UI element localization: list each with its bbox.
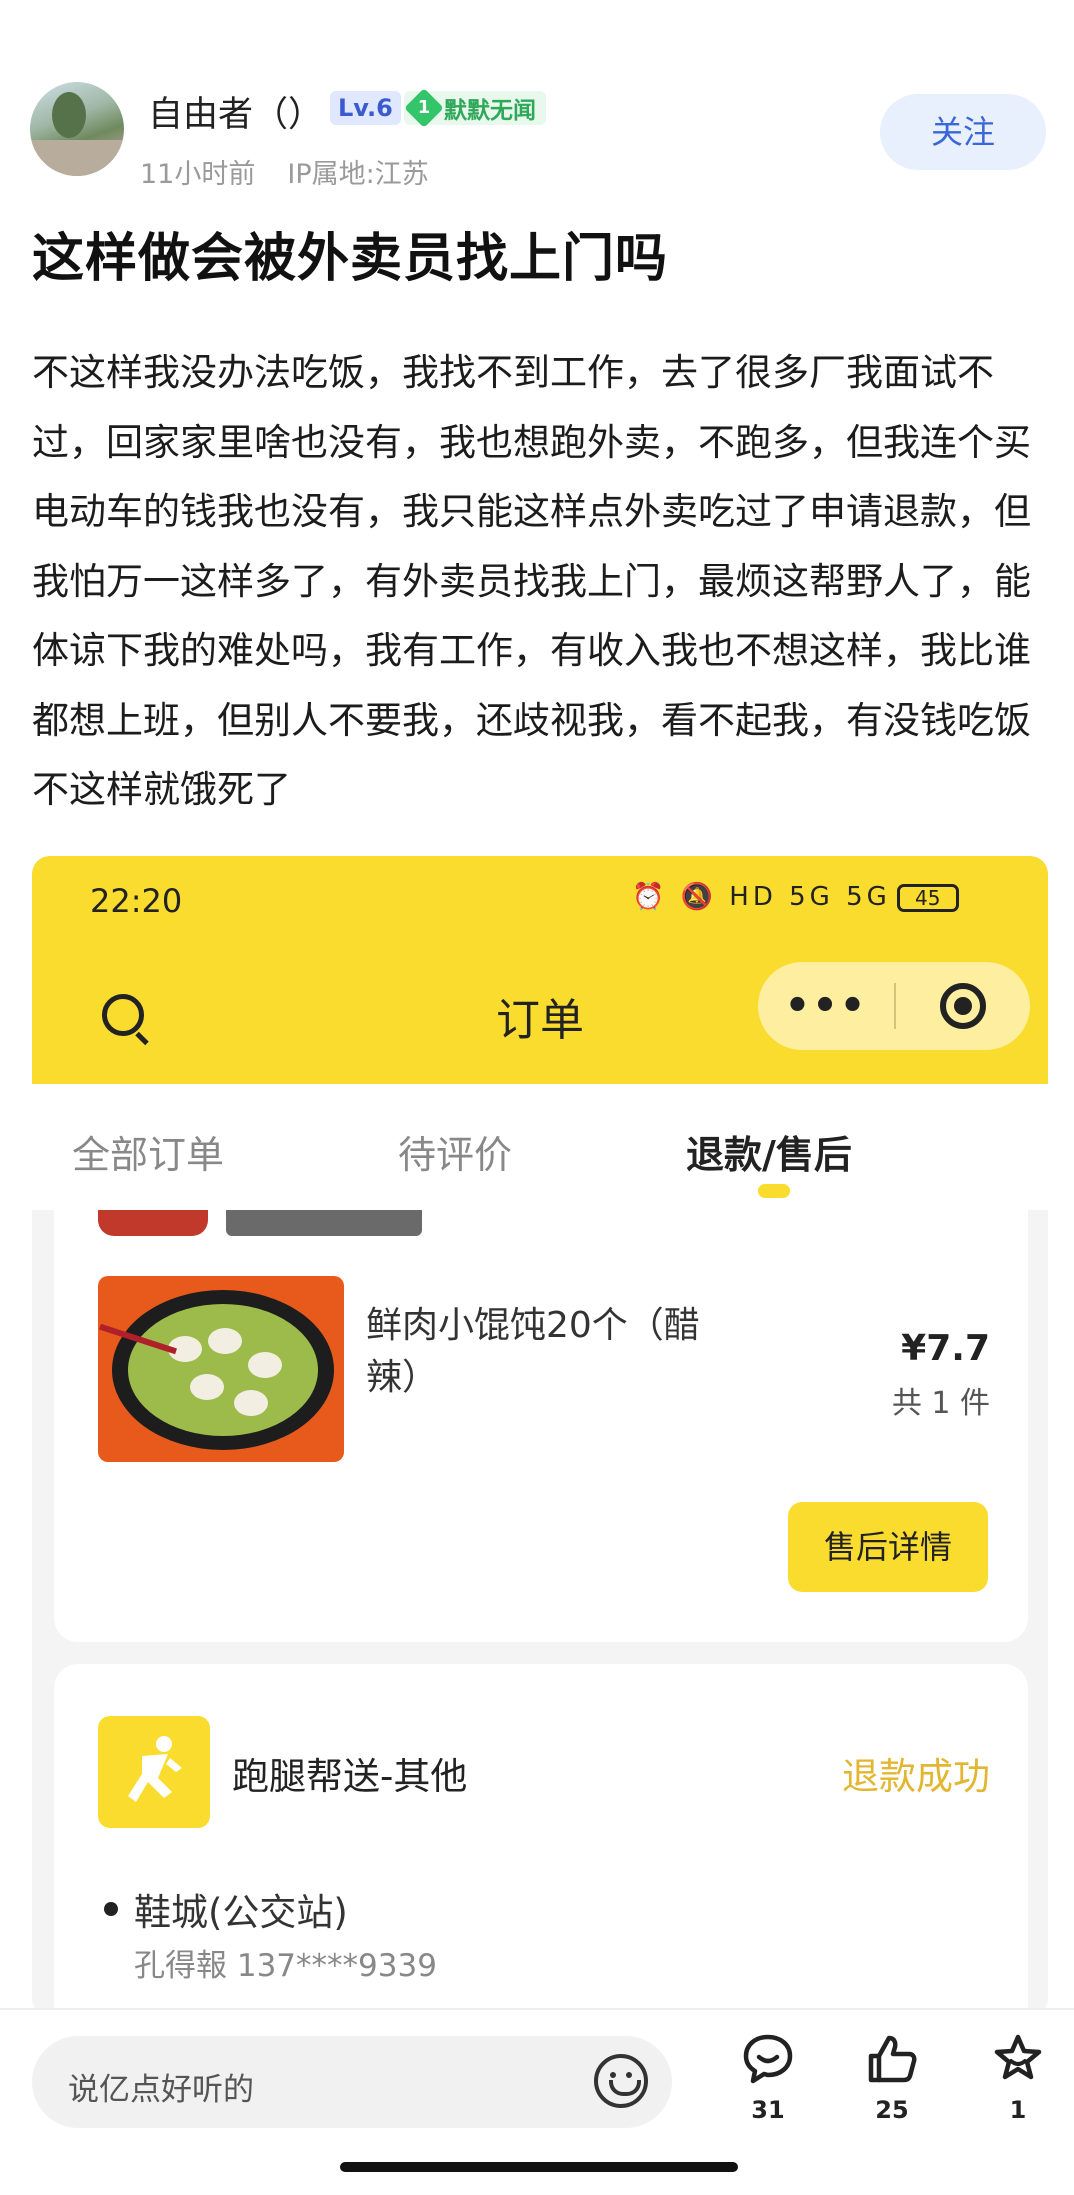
refund-status: 退款成功 — [842, 1755, 990, 1798]
star-icon — [994, 2034, 1042, 2080]
item-quantity: 共 1 件 — [891, 1386, 990, 1421]
close-target-icon — [896, 983, 1030, 1029]
author-avatar[interactable] — [30, 82, 124, 176]
tab-all-orders: 全部订单 — [72, 1133, 225, 1177]
post-body: 不这样我没办法吃饭，我找不到工作，去了很多厂我面试不过，回家家里啥也没有，我也想… — [32, 351, 1031, 811]
errand-logo — [98, 1716, 210, 1828]
clipped-tag — [226, 1210, 422, 1236]
wonton-piece — [234, 1390, 268, 1416]
thumbs-up-icon — [868, 2035, 917, 2083]
errand-store-name: 跑腿帮送-其他 — [232, 1755, 468, 1798]
post-title: 这样做会被外卖员找上门吗 — [32, 229, 669, 289]
wonton-photo — [98, 1276, 344, 1462]
medal-number: 1 — [417, 97, 431, 118]
avatar-path — [30, 140, 124, 176]
clipped-thumbnail — [98, 1210, 208, 1236]
wonton-piece — [248, 1352, 282, 1378]
favorite-button[interactable]: 1 — [978, 2032, 1058, 2124]
status-time: 22:20 — [90, 882, 183, 920]
comment-button[interactable]: 31 — [728, 2032, 808, 2124]
soup-shape — [128, 1304, 318, 1436]
more-dots-icon: ••• — [784, 983, 868, 1029]
like-count: 25 — [875, 2096, 909, 2124]
follow-button[interactable]: 关注 — [880, 94, 1046, 170]
runner-icon — [128, 1736, 182, 1802]
tab-refund-aftersale: 退款/售后 — [686, 1133, 852, 1177]
level-badge: Lv.6 — [330, 91, 401, 125]
status-icons: ⏰ 🔕 HD 5G 5G 45 — [632, 882, 959, 912]
comment-icon — [743, 2034, 793, 2084]
wonton-piece — [190, 1374, 224, 1400]
home-indicator[interactable] — [340, 2162, 738, 2172]
delivery-address: 鞋城(公交站) — [134, 1891, 348, 1934]
order-app-header: 22:20 ⏰ 🔕 HD 5G 5G 45 订单 ••• — [32, 856, 1048, 1084]
post-time: 11小时前 — [140, 159, 256, 190]
status-icon-group: ⏰ 🔕 HD 5G 5G — [632, 882, 891, 912]
order-card: 鲜肉小馄饨20个（醋辣） ¥7.7 共 1 件 售后详情 — [54, 1210, 1028, 1642]
emoji-icon[interactable] — [594, 2054, 648, 2108]
medal-badge: 1 默默无闻 — [404, 88, 546, 128]
tab-indicator — [758, 1184, 790, 1198]
ip-location: IP属地:江苏 — [287, 159, 429, 190]
post-meta: 11小时前 IP属地:江苏 — [140, 152, 429, 191]
order-tabs: 全部订单 待评价 退款/售后 — [32, 1084, 1048, 1210]
wonton-piece — [208, 1328, 242, 1354]
battery-icon: 45 — [896, 883, 959, 912]
embedded-order-screenshot[interactable]: 22:20 ⏰ 🔕 HD 5G 5G 45 订单 ••• 全部订单 待评价 退款/… — [32, 856, 1048, 2016]
after-sale-details-button: 售后详情 — [788, 1502, 988, 1592]
item-name: 鲜肉小馄饨20个（醋辣） — [366, 1305, 700, 1398]
medal-label: 默默无闻 — [444, 98, 536, 124]
comment-count: 31 — [751, 2096, 785, 2124]
avatar-tree — [52, 92, 86, 138]
favorite-count: 1 — [1009, 2096, 1027, 2124]
item-price: ¥7.7 — [901, 1328, 990, 1369]
address-bullet — [104, 1902, 118, 1916]
like-button[interactable]: 25 — [852, 2032, 932, 2124]
errand-order-card: 跑腿帮送-其他 退款成功 鞋城(公交站) 孔得報 137****9339 — [54, 1664, 1028, 2016]
medal-gem-icon: 1 — [404, 88, 444, 128]
comment-placeholder: 说亿点好听的 — [68, 2072, 254, 2108]
author-name[interactable]: 自由者（） — [148, 86, 323, 137]
delivery-contact: 孔得報 137****9339 — [134, 1948, 437, 1984]
comment-input[interactable]: 说亿点好听的 — [32, 2036, 672, 2128]
miniapp-capsule: ••• — [758, 962, 1030, 1050]
tab-to-review: 待评价 — [398, 1133, 513, 1177]
